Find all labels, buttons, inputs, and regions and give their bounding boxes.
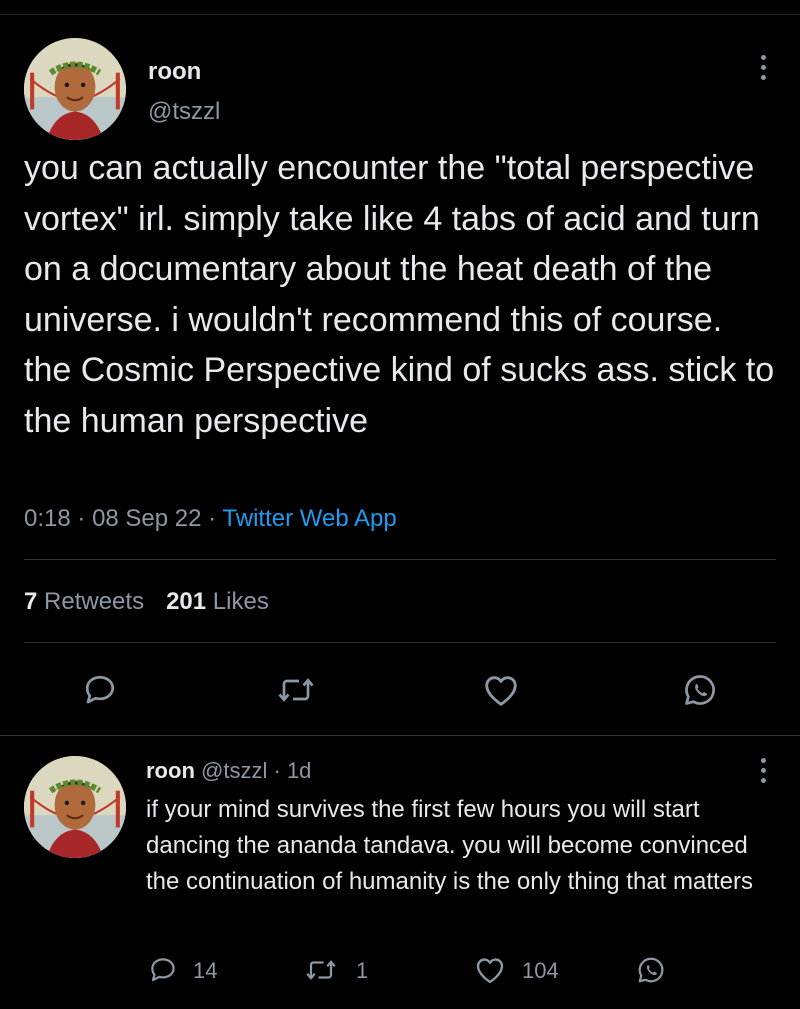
meta-separator: ·	[273, 758, 287, 783]
section-divider	[0, 735, 800, 736]
whatsapp-icon	[638, 957, 664, 983]
tweet-time: 0:18	[24, 505, 71, 532]
reply-header: roon @tszzl · 1d	[146, 758, 311, 784]
reply-icon	[85, 675, 115, 704]
whatsapp-icon	[685, 675, 715, 705]
reply-text: if your mind survives the first few hour…	[146, 796, 754, 895]
reply-like-button[interactable]	[474, 955, 506, 985]
retweets-count: 7	[24, 588, 38, 615]
meta-separator: ·	[77, 505, 93, 532]
author-handle[interactable]: @tszzl	[148, 98, 220, 126]
likes-stat[interactable]: 201 Likes	[166, 588, 269, 615]
top-divider	[0, 14, 800, 15]
likes-count: 201	[166, 588, 207, 615]
avatar[interactable]	[24, 38, 126, 140]
reply-button[interactable]	[82, 672, 118, 708]
retweet-button[interactable]	[276, 672, 316, 708]
share-whatsapp-button[interactable]	[682, 672, 718, 708]
like-button[interactable]	[482, 672, 520, 708]
more-vertical-icon[interactable]	[758, 55, 768, 80]
author-name[interactable]: roon	[148, 58, 201, 86]
reply-more-vertical-icon[interactable]	[758, 758, 768, 783]
divider	[24, 559, 776, 560]
reply-share-button[interactable]	[636, 955, 666, 985]
heart-icon	[485, 676, 517, 706]
reply-retweet-button[interactable]	[304, 955, 338, 985]
reply-icon	[151, 958, 175, 982]
reply-avatar[interactable]	[24, 756, 126, 858]
heart-icon	[476, 958, 504, 984]
tweet-text: you can actually encounter the "total pe…	[24, 149, 775, 440]
tweet-date: 08 Sep 22	[92, 505, 202, 532]
engagement-stats: 7 Retweets 201 Likes	[24, 588, 269, 616]
reply-author-name[interactable]: roon	[146, 758, 195, 783]
reply-author-handle[interactable]: @tszzl	[201, 758, 267, 783]
retweets-stat[interactable]: 7 Retweets	[24, 588, 144, 615]
reply-like-count: 104	[522, 958, 559, 983]
likes-label: Likes	[212, 588, 269, 615]
tweet-source-link[interactable]: Twitter Web App	[222, 505, 396, 532]
retweets-label: Retweets	[44, 588, 145, 615]
reply-reply-count: 14	[193, 958, 218, 983]
reply-retweet-count: 1	[356, 958, 369, 983]
tweet-meta: 0:18 · 08 Sep 22 · Twitter Web App	[24, 505, 397, 533]
divider	[24, 642, 776, 643]
retweet-icon	[278, 678, 314, 702]
reply-age[interactable]: 1d	[287, 758, 311, 783]
reply-reply-button[interactable]	[148, 955, 178, 985]
meta-separator: ·	[208, 505, 223, 532]
retweet-icon	[306, 960, 336, 980]
